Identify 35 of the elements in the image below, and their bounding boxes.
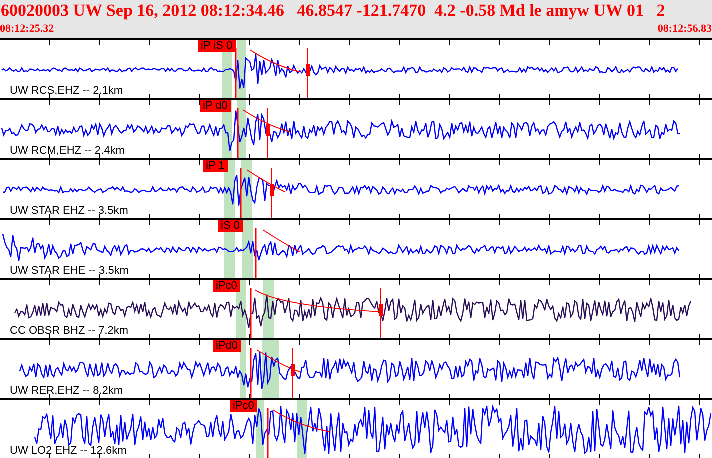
coda-curve [262,230,300,252]
pick-line [267,408,269,458]
pick-label: iPd0 [213,340,242,352]
station-label: UW RER,EHZ -- 8.2km [10,385,124,397]
coda-curve [242,110,290,132]
end-time: 08:12:56.83 [658,22,712,36]
coda-curve [256,350,300,372]
pick-line [250,288,252,340]
station-label: CC OBSR BHZ -- 7.2km [10,325,129,337]
coda-curve [246,170,286,192]
amplitude-marker [270,168,274,218]
pick-label: iPc0 [230,400,258,412]
pick-line [255,228,257,280]
pick-line [250,348,252,400]
amplitude-marker [306,48,310,98]
pick-line [240,168,242,220]
station-label: UW STAR EHZ -- 3.5km [10,205,128,217]
coda-curve [250,50,300,72]
pick-label: iP iS 0 [198,40,236,52]
pick-label: iPc0 [213,280,240,292]
coda-curve [272,410,330,432]
amplitude-marker [379,288,383,338]
amplitude-marker [291,348,295,398]
station-label: UW LO2 EHZ -- 12.6km [10,445,127,457]
pick-label: iP d0 [200,100,231,112]
station-label: UW RCM,EHZ -- 2.4km [10,145,125,157]
event-title: 60020003 UW Sep 16, 2012 08:12:34.46 46.8547 -121.7470 4.2 -0.58 Md le amyw UW 01 2 [0,0,666,22]
amplitude-marker [266,108,270,158]
pick-line [235,48,237,100]
pick-label: iS 0 [218,220,243,232]
pick-line [237,108,239,160]
station-label: UW RCS,EHZ -- 2.1km [10,85,124,97]
station-label: UW STAR EHE -- 3.5km [10,265,129,277]
start-time: 08:12:25.32 [0,22,54,36]
pick-label: iP 1 [203,160,228,172]
